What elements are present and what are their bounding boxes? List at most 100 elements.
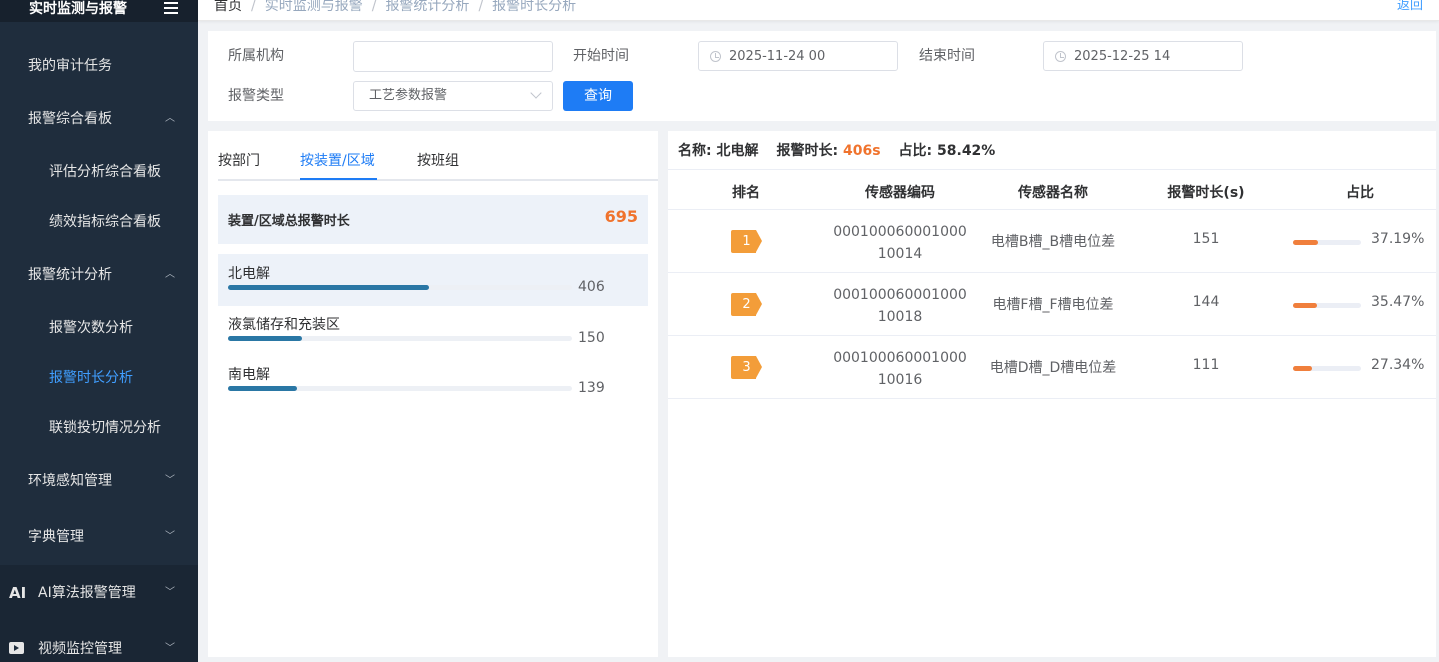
percent-track xyxy=(1293,303,1361,308)
column-header: 报警时长(s) xyxy=(1167,185,1245,201)
tab-team[interactable]: 按班组 xyxy=(417,151,459,171)
percent-fill xyxy=(1293,303,1318,308)
sidebar-item-alarm-duration-analysis[interactable]: 报警时长分析 xyxy=(0,358,198,398)
top-bar: 首页 / 实时监测与报警 / 报警统计分析 / 报警时长分析 返回 xyxy=(198,0,1439,21)
chevron-down-icon: ﹀ xyxy=(165,475,175,486)
sidebar-item-performance-dashboard[interactable]: 绩效指标综合看板 xyxy=(0,202,198,242)
rank-value: 139 xyxy=(578,380,605,396)
detail-ratio: 58.42% xyxy=(937,143,996,159)
breadcrumb-item[interactable]: 报警统计分析 xyxy=(385,0,469,14)
alarm-duration: 111 xyxy=(1192,357,1220,373)
detail-summary: 名称: 北电解 报警时长: 406s 占比: 58.42% xyxy=(678,143,996,159)
sidebar-header: 实时监测与报警 xyxy=(0,0,198,22)
org-input[interactable] xyxy=(353,41,553,72)
back-link[interactable]: 返回 xyxy=(1397,0,1423,15)
table-row[interactable]: 1 00010006000100010014 电槽B槽_B槽电位差 151 37… xyxy=(668,210,1436,273)
alarm-type-label: 报警类型 xyxy=(228,88,284,104)
progress-track xyxy=(228,386,572,391)
percent-fill xyxy=(1293,240,1319,245)
table-header: 排名 传感器编码 传感器名称 报警时长(s) 占比 xyxy=(668,169,1436,210)
list-item[interactable]: 液氯储存和充装区 150 xyxy=(218,305,648,357)
org-label: 所属机构 xyxy=(228,48,284,64)
column-header: 占比 xyxy=(1346,185,1374,201)
chevron-up-icon: ︿ xyxy=(165,113,175,124)
list-item[interactable]: 南电解 139 xyxy=(218,355,648,407)
percent-fill xyxy=(1293,366,1312,371)
end-time-input[interactable]: 2025-12-25 14 xyxy=(1043,41,1243,71)
rank-value: 406 xyxy=(578,279,605,295)
breadcrumb-current: 报警时长分析 xyxy=(492,0,577,14)
column-header: 排名 xyxy=(732,185,760,201)
detail-duration: 406s xyxy=(842,143,881,159)
alarm-duration: 151 xyxy=(1192,231,1220,247)
detail-panel: 名称: 北电解 报警时长: 406s 占比: 58.42% 排名 传感器编码 传感器… xyxy=(668,131,1436,657)
breadcrumb-item[interactable]: 实时监测与报警 xyxy=(265,0,363,14)
sidebar-item-alarm-dashboard[interactable]: 报警综合看板 ︿ xyxy=(0,99,198,139)
progress-fill xyxy=(228,336,303,341)
rank-name: 北电解 xyxy=(228,266,270,282)
progress-track xyxy=(228,336,572,341)
sidebar-item-alarm-statistics[interactable]: 报警统计分析 ︿ xyxy=(0,255,198,295)
sensor-code: 00010006000100010018 xyxy=(833,287,967,325)
total-summary: 装置/区域总报警时长 695 xyxy=(218,195,648,244)
clock-icon xyxy=(1055,51,1066,62)
sidebar-item-interlock-analysis[interactable]: 联锁投切情况分析 xyxy=(0,408,198,448)
progress-fill xyxy=(228,386,297,391)
sensor-code: 00010006000100010014 xyxy=(833,224,967,262)
sidebar-item-evaluation-dashboard[interactable]: 评估分析综合看板 xyxy=(0,152,198,192)
rank-badge: 3 xyxy=(731,356,762,379)
alarm-duration: 144 xyxy=(1192,294,1220,310)
breadcrumb: 首页 / 实时监测与报警 / 报警统计分析 / 报警时长分析 xyxy=(214,0,577,14)
rank-name: 液氯储存和充装区 xyxy=(228,317,340,333)
chevron-down-icon: ﹀ xyxy=(165,531,175,542)
filter-panel: 所属机构 开始时间 2025-11-24 00 结束时间 2025-12-25 … xyxy=(208,31,1436,121)
total-label: 装置/区域总报警时长 xyxy=(228,214,350,229)
tab-device-area[interactable]: 按装置/区域 xyxy=(300,151,375,171)
chevron-down-icon: ﹀ xyxy=(165,643,175,654)
rank-badge: 2 xyxy=(731,293,762,316)
sensor-code: 00010006000100010016 xyxy=(833,350,967,388)
rank-name: 南电解 xyxy=(228,367,270,383)
start-time-label: 开始时间 xyxy=(573,48,629,64)
tabs: 按部门 按装置/区域 按班组 xyxy=(218,131,658,181)
end-time-label: 结束时间 xyxy=(919,48,975,64)
sensor-name: 电槽D槽_D槽电位差 xyxy=(989,360,1117,376)
column-header: 传感器编码 xyxy=(865,185,935,201)
sidebar-item-video[interactable]: 视频监控管理 ﹀ xyxy=(0,629,198,662)
sidebar-item-ai-alarm[interactable]: AI AI算法报警管理 ﹀ xyxy=(0,573,198,613)
menu-toggle-icon[interactable] xyxy=(164,2,178,14)
detail-name: 北电解 xyxy=(716,143,759,159)
column-header: 传感器名称 xyxy=(1018,185,1088,201)
list-item[interactable]: 北电解 406 xyxy=(218,254,648,306)
percent-value: 27.34% xyxy=(1371,357,1425,373)
start-time-input[interactable]: 2025-11-24 00 xyxy=(698,41,898,71)
percent-track xyxy=(1293,240,1361,245)
alarm-type-select[interactable]: 工艺参数报警 xyxy=(353,81,553,111)
sidebar: 实时监测与报警 我的审计任务 报警综合看板 ︿ 评估分析综合看板 绩效指标综合看板… xyxy=(0,0,198,662)
rank-badge: 1 xyxy=(731,230,762,253)
clock-icon xyxy=(710,51,721,62)
total-value: 695 xyxy=(604,207,638,226)
ai-icon: AI xyxy=(9,584,27,602)
sidebar-item-environment[interactable]: 环境感知管理 ﹀ xyxy=(0,461,198,501)
percent-value: 35.47% xyxy=(1371,294,1425,310)
query-button[interactable]: 查询 xyxy=(563,81,633,111)
table-row[interactable]: 2 00010006000100010018 电槽F槽_F槽电位差 144 35… xyxy=(668,273,1436,336)
sensor-name: 电槽F槽_F槽电位差 xyxy=(992,297,1114,313)
chevron-up-icon: ︿ xyxy=(165,269,175,280)
progress-track xyxy=(228,285,572,290)
percent-value: 37.19% xyxy=(1371,231,1425,247)
tab-department[interactable]: 按部门 xyxy=(218,151,260,171)
sensor-name: 电槽B槽_B槽电位差 xyxy=(990,234,1116,250)
chevron-down-icon: ﹀ xyxy=(165,587,175,598)
tab-active-indicator xyxy=(300,178,377,180)
sidebar-item-audit-tasks[interactable]: 我的审计任务 xyxy=(0,46,198,86)
sidebar-item-dictionary[interactable]: 字典管理 ﹀ xyxy=(0,517,198,557)
sidebar-item-alarm-count-analysis[interactable]: 报警次数分析 xyxy=(0,308,198,348)
rank-value: 150 xyxy=(578,330,605,346)
table-row[interactable]: 3 00010006000100010016 电槽D槽_D槽电位差 111 27… xyxy=(668,336,1436,399)
video-icon xyxy=(9,642,24,654)
sidebar-title: 实时监测与报警 xyxy=(29,1,127,17)
breadcrumb-home[interactable]: 首页 xyxy=(214,0,242,14)
progress-fill xyxy=(228,285,429,290)
